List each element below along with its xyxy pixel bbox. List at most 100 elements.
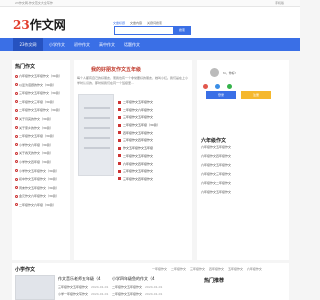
list-item[interactable]: 三年级作文五年级作文 <box>118 168 160 176</box>
search-tab-keyword[interactable]: 关键词搜索 <box>147 21 162 25</box>
list-item[interactable]: 六年级作文三年级作文 <box>201 170 231 179</box>
tab-grade5[interactable]: 五年级作文 <box>228 267 243 271</box>
search-tab-content[interactable]: 文章内容 <box>130 21 142 25</box>
bullet-icon <box>118 154 121 158</box>
search-box <box>114 26 174 45</box>
essay-list: 三年级作文五年级作文 2024-01-01 小学一年级作文写作文 2024-01-0… <box>15 284 108 297</box>
main-nav: 23作文网 小学作文 初中作文 高中作文 话题作文 <box>0 38 300 51</box>
logo-text: 作文网 <box>29 18 66 32</box>
hot-essays-panel: 热门作文 六年级作文五年级作文（30篇） 以爱为话题的作文（30篇） 三年级作文… <box>12 60 70 260</box>
list-item[interactable]: 二年级作文五年级作文 2024-01-01 <box>112 284 162 291</box>
grade-tabs: 一年级作文 二年级作文 三年级作文 四年级作文 五年级作文 六年级作文 <box>152 267 265 271</box>
list-item[interactable]: 三年级作文五年级作文（30篇） <box>15 89 62 98</box>
bullet-icon <box>15 117 18 121</box>
register-button[interactable]: 注册 <box>241 91 271 99</box>
list-item[interactable]: 六年级作文五年级作文 <box>201 143 231 152</box>
bullet-icon <box>118 169 121 173</box>
user-greeting: hi，你好! <box>223 71 236 75</box>
login-button[interactable]: 登录 <box>206 91 236 99</box>
list-item[interactable]: 二年级作文五年级（30篇） <box>118 122 160 130</box>
search-tab-title[interactable]: 文章标题 <box>113 21 125 25</box>
bullet-icon <box>15 194 18 198</box>
logo-number: 23 <box>13 18 30 32</box>
tab-grade4[interactable]: 四年级作文 <box>209 267 224 271</box>
list-item[interactable]: 小学作文四年级（30篇） <box>15 158 62 167</box>
list-item[interactable]: 六年级作文四年级作文 <box>201 152 231 161</box>
list-item[interactable]: 小学作文六年级（30篇） <box>15 141 62 150</box>
essay-list: 二年级作文五年级作文 2024-01-01 二年级作文五年级作文 2024-01-0… <box>112 284 162 297</box>
list-item[interactable]: 二年级作文五年级作文 <box>118 99 160 107</box>
list-item[interactable]: 小学作文五年级作文（30篇） <box>15 167 62 176</box>
bullet-icon <box>118 108 121 112</box>
grade6-list: 六年级作文五年级作文 六年级作文四年级作文 六年级作文五年级作文 六年级作文三年… <box>201 143 231 197</box>
list-item[interactable]: 二年级作文五年级作文 2024-01-01 <box>112 291 162 298</box>
bullet-icon <box>15 91 18 95</box>
list-item[interactable]: 二年级作文六年级作文 <box>118 107 160 115</box>
list-item[interactable]: 二年级作文五年级作文 <box>118 153 160 161</box>
bullet-icon <box>15 108 18 112</box>
tab-grade6[interactable]: 六年级作文 <box>247 267 262 271</box>
mobile-link[interactable]: 手机版 <box>275 0 284 6</box>
list-item[interactable]: 六年级作文二年级作文 <box>201 179 231 188</box>
list-item[interactable]: 关于春天的作文（30篇） <box>15 149 62 158</box>
list-item[interactable]: 周末作文五年级作文（30篇） <box>15 184 62 193</box>
list-item[interactable]: 六年级作文四年级作文 <box>118 161 160 169</box>
bullet-icon <box>118 115 121 119</box>
qq-icon[interactable] <box>215 84 220 89</box>
featured-image[interactable] <box>78 94 114 176</box>
nav-item-home[interactable]: 23作文网 <box>13 38 43 51</box>
bullet-icon <box>118 123 121 127</box>
list-item[interactable]: 二年级作文六年级（30篇） <box>15 201 62 210</box>
list-item[interactable]: 六年级作文五年级作文（30篇） <box>15 72 62 81</box>
nav-item-topic[interactable]: 话题作文 <box>124 38 140 51</box>
nav-item-junior[interactable]: 初中作文 <box>74 38 90 51</box>
featured-list: 二年级作文五年级作文 二年级作文六年级作文 三年级作文五年级作文 二年级作文五年… <box>118 99 160 184</box>
bullet-icon <box>118 131 121 135</box>
bullet-icon <box>15 186 18 190</box>
nav-item-primary[interactable]: 小学作文 <box>49 38 65 51</box>
list-item[interactable]: 以爱为话题的作文（30篇） <box>15 81 62 90</box>
weibo-icon[interactable] <box>203 84 208 89</box>
section-title: 小学作文 <box>15 267 36 273</box>
tab-grade2[interactable]: 二年级作文 <box>171 267 186 271</box>
list-item[interactable]: 金元作文六年级作文（30篇） <box>15 192 62 201</box>
list-item[interactable]: 初中作文五年级作文（30篇） <box>15 175 62 184</box>
bullet-icon <box>15 151 18 155</box>
search-button[interactable]: 搜索 <box>173 26 191 35</box>
header: 23作文网 文章标题 文章内容 关键词搜索 搜索 <box>0 7 300 45</box>
list-item[interactable]: 二年级作文五年级（30篇） <box>15 132 62 141</box>
list-item[interactable]: 三年级作文五年级作文 2024-01-01 <box>58 284 108 291</box>
nav-item-senior[interactable]: 高中作文 <box>99 38 115 51</box>
bullet-icon <box>118 100 121 104</box>
wechat-icon[interactable] <box>227 84 232 89</box>
tab-grade3[interactable]: 三年级作文 <box>190 267 205 271</box>
site-logo[interactable]: 23作文网 <box>13 19 66 32</box>
social-login-icons <box>203 84 239 89</box>
list-item[interactable]: 二年级作文五年级作文（30篇） <box>15 106 62 115</box>
bullet-icon <box>15 74 18 78</box>
list-item[interactable]: 二年级作文三年级（30篇） <box>15 98 62 107</box>
bullet-icon <box>15 143 18 147</box>
bullet-icon <box>118 146 121 150</box>
list-item[interactable]: 四年级作文五年级作文 <box>118 130 160 138</box>
list-item[interactable]: 三年级作文四年级作文 <box>118 176 160 184</box>
list-item[interactable]: 三年级作文四年级作文 <box>118 137 160 145</box>
list-item[interactable]: 小学一年级作文写作文 2024-01-01 <box>58 291 108 298</box>
primary-essays-section: 小学作文 一年级作文 二年级作文 三年级作文 四年级作文 五年级作文 六年级作文… <box>12 263 289 300</box>
tab-grade1[interactable]: 一年级作文 <box>152 267 167 271</box>
avatar <box>210 68 219 77</box>
list-item[interactable]: 作文五年级作文五年级 <box>118 145 160 153</box>
list-item[interactable]: 关于家乡的作文（30篇） <box>15 124 62 133</box>
bullet-icon <box>15 134 18 138</box>
essay-title[interactable]: 小学四年级鱼的作文（4 <box>112 276 155 282</box>
featured-title[interactable]: 我的好朋友作文五年级 <box>91 66 141 73</box>
essay-title[interactable]: 作文音乐老师五年级（4 <box>58 276 101 282</box>
list-item[interactable]: 三年级作文五年级作文 <box>118 114 160 122</box>
list-item[interactable]: 六年级作文五年级作文 <box>201 188 231 197</box>
search-tabs: 文章标题 文章内容 关键词搜索 <box>113 21 166 25</box>
bullet-icon <box>118 138 121 142</box>
list-item[interactable]: 关于月亮的作文（30篇） <box>15 115 62 124</box>
list-item[interactable]: 六年级作文五年级作文 <box>201 161 231 170</box>
hot-recommend-title: 热门推荐 <box>204 278 225 284</box>
bullet-icon <box>15 83 18 87</box>
